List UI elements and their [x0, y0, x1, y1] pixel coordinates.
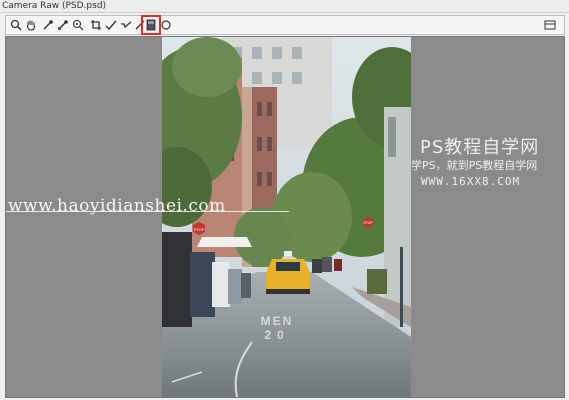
graduated-filter-tool-icon — [146, 19, 156, 31]
road-text-number: 20 — [264, 328, 289, 342]
stop-sign-right-text: STOP — [363, 221, 373, 225]
watermark-underline — [6, 211, 289, 212]
radial-filter-tool[interactable] — [159, 18, 173, 32]
watermark-right-title: PS教程自学网 — [420, 137, 540, 158]
radial-filter-tool-icon — [161, 20, 171, 30]
preferences-icon — [544, 20, 556, 30]
white-balance-tool-icon — [43, 20, 53, 30]
toolbar — [5, 15, 565, 35]
stop-sign-left-text: STOP — [194, 227, 205, 232]
spot-removal-tool[interactable] — [119, 18, 133, 32]
zoom-tool-icon — [10, 19, 22, 31]
photo-preview[interactable]: STOP STOP MEN 20 — [162, 37, 411, 397]
preview-workspace[interactable]: STOP STOP MEN 20 www.haoyidianshei.com P… — [5, 36, 565, 398]
straighten-tool-icon — [105, 20, 117, 31]
spot-removal-tool-icon — [121, 21, 132, 29]
color-sampler-tool[interactable] — [56, 18, 70, 32]
targeted-adjustment-tool-icon — [72, 19, 84, 31]
watermark-right-url: WWW.16XX8.COM — [421, 175, 521, 188]
hand-tool[interactable] — [24, 18, 38, 32]
targeted-adjustment-tool[interactable] — [71, 18, 85, 32]
watermark-left-url: www.haoyidianshei.com — [8, 196, 226, 216]
straighten-tool[interactable] — [104, 18, 118, 32]
window-title: Camera Raw (PSD.psd) — [2, 1, 107, 11]
street-photo-image: STOP STOP MEN 20 — [162, 37, 411, 397]
road-text-men: MEN — [261, 314, 294, 328]
open-preferences-button[interactable] — [544, 18, 558, 32]
crop-tool[interactable] — [89, 18, 103, 32]
white-balance-tool[interactable] — [41, 18, 55, 32]
zoom-tool[interactable] — [9, 18, 23, 32]
watermark-right-subtitle: 学PS，就到PS教程自学网 — [411, 159, 538, 172]
color-sampler-tool-icon — [58, 20, 68, 30]
graduated-filter-tool[interactable] — [141, 15, 161, 35]
hand-tool-icon — [27, 20, 35, 31]
title-bar: Camera Raw (PSD.psd) — [0, 0, 569, 13]
crop-tool-icon — [91, 20, 101, 30]
